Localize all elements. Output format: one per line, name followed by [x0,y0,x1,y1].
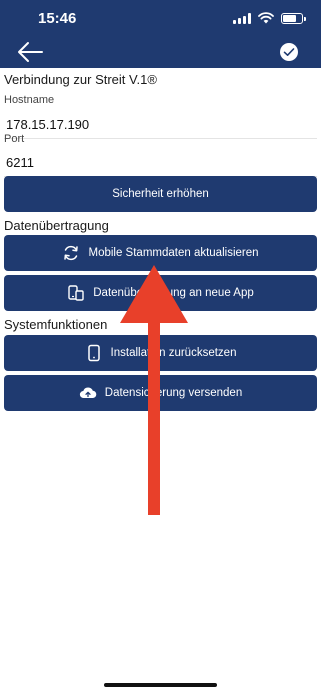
signal-icon [233,12,251,24]
check-circle-icon[interactable] [279,42,299,62]
hostname-field[interactable]: 178.15.17.190 [4,112,317,138]
refresh-icon [64,245,79,261]
status-icons [233,12,306,24]
security-button[interactable]: Sicherheit erhöhen [4,176,317,212]
hostname-label: Hostname [4,94,55,106]
wifi-icon [258,12,274,24]
phone-icon [87,344,100,362]
port-label: Port [4,133,25,145]
system-title: Systemfunktionen [4,317,108,332]
devices-icon [68,285,84,301]
cloud-upload-icon [79,387,97,399]
app-header: 15:46 [0,0,321,68]
transfer-title: Datenübertragung [4,218,109,233]
connection-title: Verbindung zur Streit V.1® [4,72,157,87]
port-field[interactable]: 6211 [4,150,317,176]
home-indicator [104,683,217,687]
security-button-label: Sicherheit erhöhen [112,188,209,200]
battery-icon [281,12,306,24]
red-arrow-annotation [120,265,188,515]
refresh-data-label: Mobile Stammdaten aktualisieren [88,247,259,259]
status-time: 15:46 [38,10,77,27]
arrow-left-icon[interactable] [16,40,44,64]
